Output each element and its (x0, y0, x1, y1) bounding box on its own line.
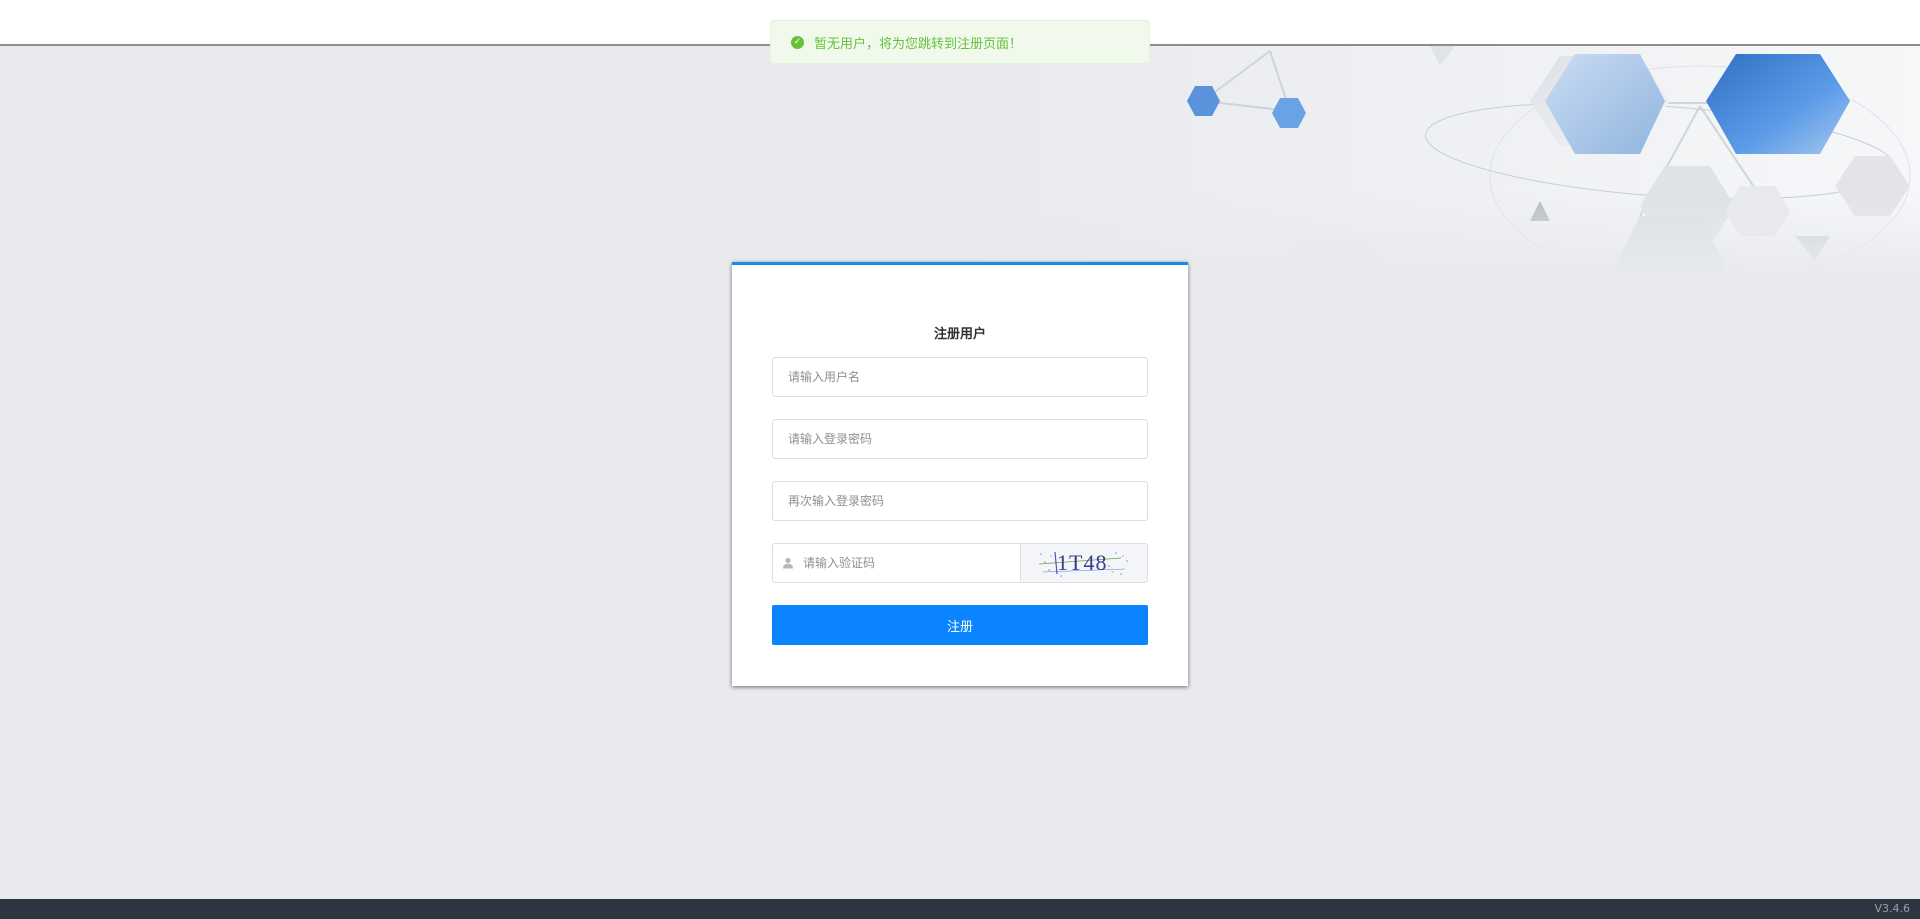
background-decoration (0, 46, 1920, 276)
confirm-password-input[interactable] (773, 482, 1147, 520)
confirm-password-field-wrapper (772, 481, 1148, 521)
footer-bar: V3.4.6 (0, 899, 1920, 919)
username-field-wrapper (772, 357, 1148, 397)
success-toast: ✓ 暂无用户，将为您跳转到注册页面！ (770, 20, 1150, 64)
toast-message: 暂无用户，将为您跳转到注册页面！ (814, 36, 1023, 52)
username-input[interactable] (773, 358, 1147, 396)
form-title: 注册用户 (933, 327, 986, 342)
password-field-wrapper (772, 419, 1148, 459)
register-card: 注册用户 请输入用户名 请输入验证码 1T48 注册 (732, 262, 1188, 686)
captcha-code: 1T48 (1057, 550, 1108, 575)
register-button[interactable]: 注册 (772, 605, 1148, 645)
captcha-field-wrapper: 1T48 (772, 543, 1148, 583)
user-icon (773, 544, 803, 582)
captcha-input[interactable] (803, 544, 1020, 582)
check-circle-icon: ✓ (791, 35, 804, 49)
molecule-illustration (980, 46, 1920, 276)
password-input[interactable] (773, 420, 1147, 458)
version-label: V3.4.6 (1874, 902, 1910, 915)
captcha-image[interactable]: 1T48 (1020, 544, 1147, 582)
